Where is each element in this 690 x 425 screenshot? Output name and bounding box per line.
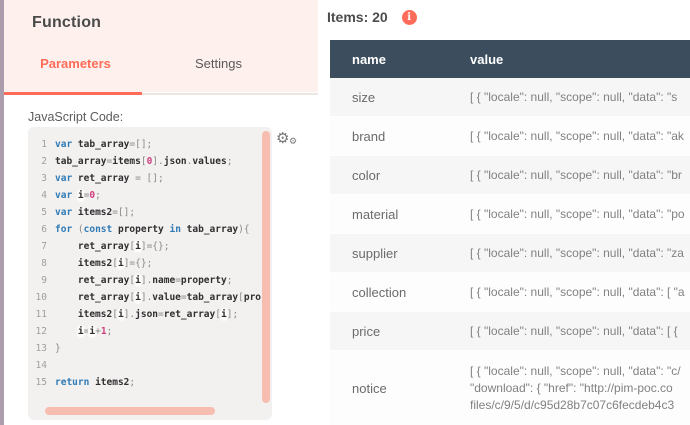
table-row: supplier [ { "locale": null, "scope": nu… — [330, 234, 690, 273]
code-line[interactable]: ret_array[i].value=tab_array[pro — [28, 289, 272, 306]
row-name: supplier — [352, 245, 398, 261]
row-name: collection — [352, 284, 407, 300]
code-line[interactable]: items2[i]={}; — [28, 255, 272, 272]
code-line[interactable]: return items2; — [28, 374, 272, 391]
row-value: [ { "locale": null, "scope": null, "data… — [470, 89, 678, 104]
code-line[interactable]: i=i+1; — [28, 323, 272, 340]
code-line[interactable]: ret_array[i].name=property; — [28, 272, 272, 289]
code-field-label: JavaScript Code: — [28, 110, 124, 124]
row-name: notice — [352, 381, 387, 396]
table-row: price [ { "locale": null, "scope": null,… — [330, 312, 690, 351]
row-name: size — [352, 89, 376, 105]
code-line[interactable] — [28, 357, 272, 374]
code-line[interactable]: tab_array=items[0].json.values; — [28, 153, 272, 170]
node-header: Function Parameters Settings — [4, 0, 318, 92]
row-name: brand — [352, 128, 386, 144]
row-value: [ { "locale": null, "scope": null, "data… — [470, 364, 681, 412]
code-line[interactable]: var ret_array = []; — [28, 170, 272, 187]
column-header-name: name — [352, 51, 386, 67]
node-title: Function — [32, 14, 102, 31]
row-value: [ { "locale": null, "scope": null, "data… — [470, 128, 684, 143]
active-tab-indicator — [4, 92, 142, 95]
node-settings-panel: Function Parameters Settings JavaScript … — [4, 0, 318, 425]
info-icon[interactable]: i — [401, 9, 417, 25]
code-line[interactable]: items2[i].json=ret_array[i]; — [28, 306, 272, 323]
items-header: Items: 20 i — [327, 9, 417, 25]
function-node-dialog: Function Parameters Settings JavaScript … — [0, 0, 690, 425]
code-line[interactable]: var tab_array=[]; — [28, 136, 272, 153]
code-line[interactable]: for (const property in tab_array){ — [28, 221, 272, 238]
code-lines: var tab_array=[]; tab_array=items[0].jso… — [28, 127, 272, 391]
tab-parameters[interactable]: Parameters — [4, 56, 147, 71]
code-line[interactable]: var i=0; — [28, 187, 272, 204]
code-line[interactable]: ret_array[i]={}; — [28, 238, 272, 255]
row-value: [ { "locale": null, "scope": null, "data… — [470, 245, 684, 260]
code-line[interactable]: var items2=[]; — [28, 204, 272, 221]
row-value: [ { "locale": null, "scope": null, "data… — [470, 323, 678, 338]
row-name: material — [352, 206, 399, 222]
gear-icon: ⚙ — [276, 129, 290, 147]
code-line[interactable]: } — [28, 340, 272, 357]
table-row: brand [ { "locale": null, "scope": null,… — [330, 117, 690, 156]
row-name: color — [352, 167, 381, 183]
table-header-row: name value — [330, 40, 690, 78]
results-table: name value size [ { "locale": null, "sco… — [330, 40, 690, 425]
table-row: size [ { "locale": null, "scope": null, … — [330, 78, 690, 117]
editor-options-button[interactable]: ⚙ ⚙ — [276, 131, 302, 155]
gear-small-icon: ⚙ — [289, 137, 298, 147]
tab-underline — [4, 92, 318, 95]
tab-settings[interactable]: Settings — [147, 56, 290, 71]
items-count-label: Items: 20 — [327, 9, 388, 25]
table-row: notice [ { "locale": null, "scope": null… — [330, 351, 690, 425]
tab-underline-track — [142, 93, 318, 95]
editor-vertical-scrollbar[interactable] — [262, 131, 270, 403]
tab-bar: Parameters Settings — [4, 56, 290, 71]
table-row: collection [ { "locale": null, "scope": … — [330, 273, 690, 312]
column-header-value: value — [470, 51, 504, 67]
row-name: price — [352, 323, 381, 339]
row-value: [ { "locale": null, "scope": null, "data… — [470, 284, 685, 299]
row-value: [ { "locale": null, "scope": null, "data… — [470, 167, 682, 182]
javascript-code-editor[interactable]: var tab_array=[]; tab_array=items[0].jso… — [28, 127, 272, 420]
output-panel: Items: 20 i name value size [ { "locale"… — [318, 0, 690, 425]
table-row: color [ { "locale": null, "scope": null,… — [330, 156, 690, 195]
editor-horizontal-scrollbar[interactable] — [45, 407, 215, 415]
table-row: material [ { "locale": null, "scope": nu… — [330, 195, 690, 234]
row-value: [ { "locale": null, "scope": null, "data… — [470, 206, 685, 221]
